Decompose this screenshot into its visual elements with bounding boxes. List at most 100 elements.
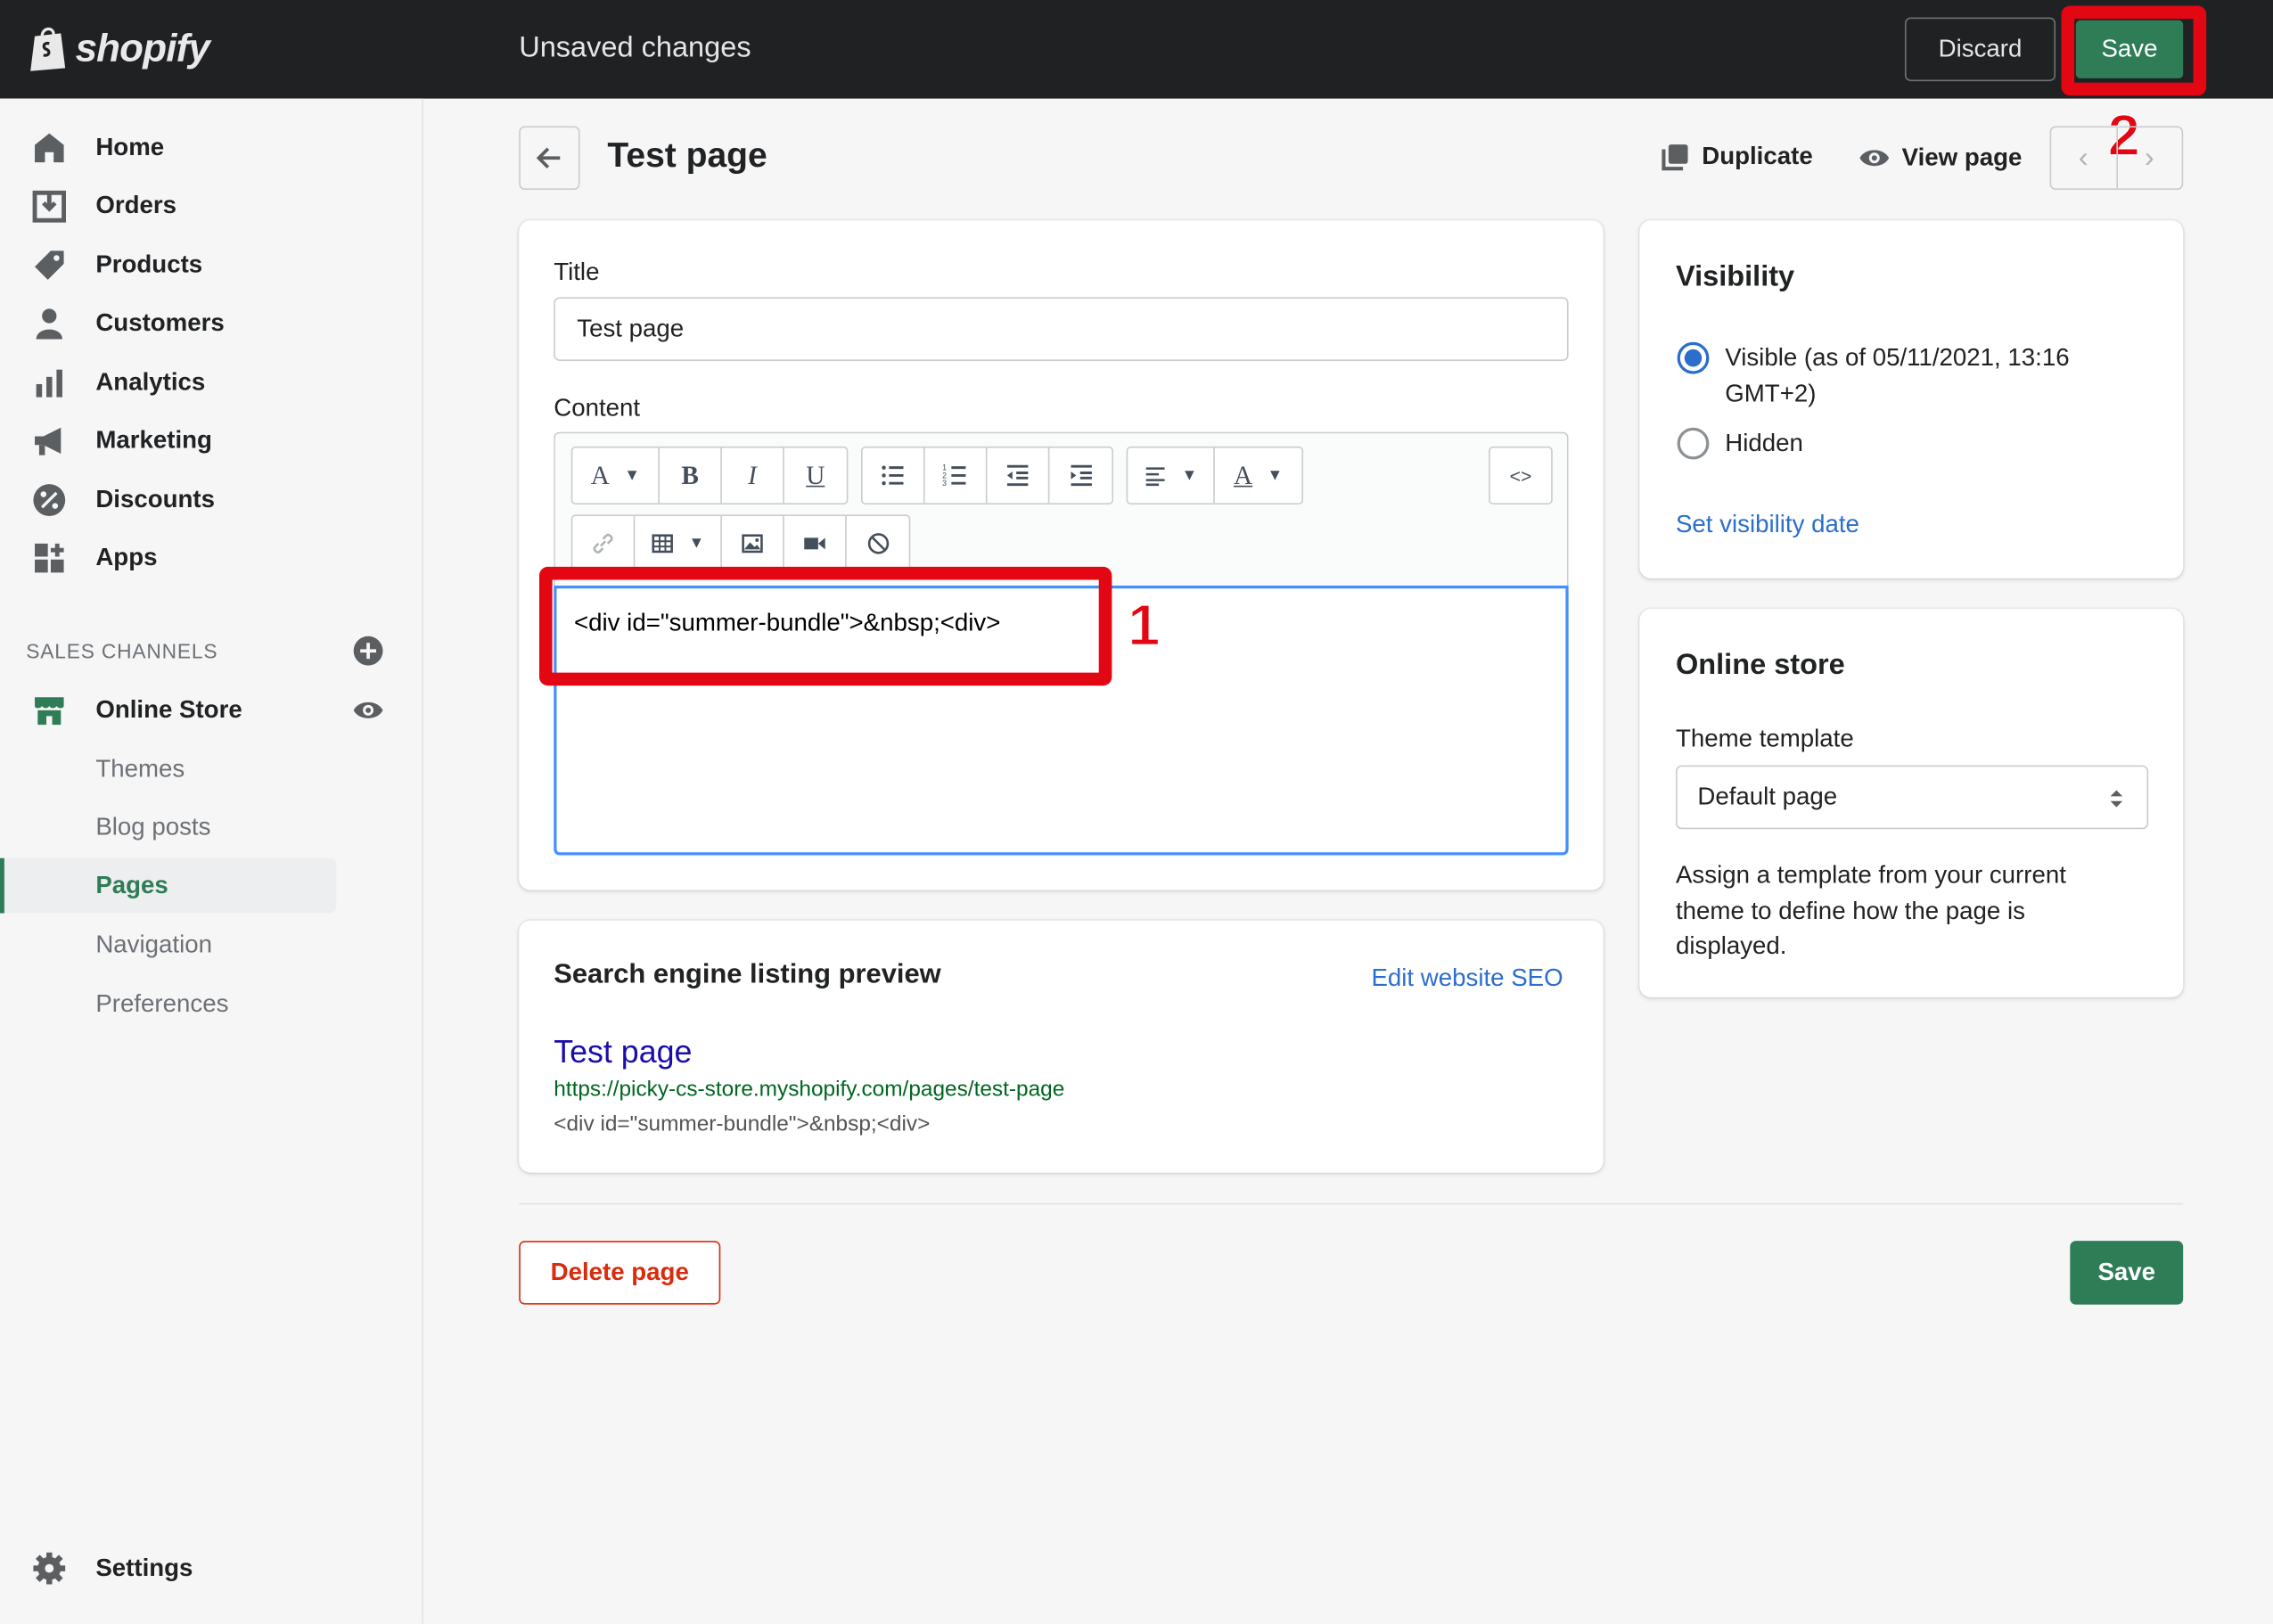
align-left-icon bbox=[1145, 467, 1165, 487]
hidden-radio[interactable] bbox=[1677, 427, 1710, 460]
clear-formatting-icon bbox=[867, 533, 889, 554]
megaphone-icon bbox=[35, 427, 62, 455]
link-icon bbox=[593, 533, 613, 554]
add-channel-icon[interactable] bbox=[352, 635, 384, 667]
sidebar-item-orders[interactable]: Orders bbox=[0, 178, 377, 234]
seo-heading: Search engine listing preview bbox=[554, 959, 941, 990]
sidebar-item-preferences[interactable]: Preferences bbox=[0, 977, 336, 1032]
clear-formatting-button[interactable] bbox=[847, 516, 909, 571]
insert-table-dropdown[interactable]: ▼ bbox=[635, 515, 722, 571]
annotation-box-2 bbox=[2061, 5, 2207, 96]
font-style-dropdown[interactable]: A ▼ bbox=[572, 447, 660, 504]
italic-icon: I bbox=[748, 460, 757, 489]
insert-link-button[interactable] bbox=[572, 515, 636, 571]
sidebar-item-settings[interactable]: Settings bbox=[0, 1541, 377, 1596]
indent-button[interactable] bbox=[1049, 448, 1112, 504]
back-button[interactable] bbox=[519, 126, 580, 191]
video-icon bbox=[804, 537, 825, 550]
gear-icon bbox=[33, 1552, 66, 1585]
orders-icon bbox=[32, 190, 66, 223]
sidebar-item-label: Pages bbox=[95, 871, 168, 899]
visibility-heading: Visibility bbox=[1675, 260, 1795, 293]
outdent-icon bbox=[1006, 464, 1029, 487]
insert-video-button[interactable] bbox=[784, 515, 847, 571]
outdent-button[interactable] bbox=[987, 447, 1050, 504]
edit-website-seo-link[interactable]: Edit website SEO bbox=[1371, 964, 1563, 993]
discard-button[interactable]: Discard bbox=[1904, 17, 2056, 82]
sidebar-item-analytics[interactable]: Analytics bbox=[0, 355, 377, 410]
set-visibility-date-link[interactable]: Set visibility date bbox=[1676, 510, 1859, 539]
sidebar-item-label: Themes bbox=[95, 755, 185, 783]
font-icon: A bbox=[590, 460, 610, 489]
insert-image-button[interactable] bbox=[722, 515, 784, 571]
sidebar-item-discounts[interactable]: Discounts bbox=[0, 472, 377, 528]
chevron-down-icon: ▼ bbox=[1181, 466, 1198, 485]
save-button-bottom[interactable]: Save bbox=[2070, 1241, 2184, 1305]
sidebar-item-label: Navigation bbox=[95, 931, 212, 958]
bold-button[interactable]: B bbox=[660, 447, 722, 504]
sidebar-item-customers[interactable]: Customers bbox=[0, 296, 377, 351]
active-indicator bbox=[0, 857, 4, 914]
italic-button[interactable]: I bbox=[722, 447, 784, 504]
sidebar-item-pages[interactable]: Pages bbox=[0, 857, 337, 914]
title-label: Title bbox=[554, 258, 600, 286]
duplicate-button[interactable]: Duplicate bbox=[1662, 142, 1813, 171]
sidebar-item-apps[interactable]: Apps bbox=[0, 530, 377, 586]
sidebar-item-online-store[interactable]: Online Store bbox=[0, 683, 377, 738]
sidebar-item-navigation[interactable]: Navigation bbox=[0, 917, 336, 972]
sidebar-item-blog-posts[interactable]: Blog posts bbox=[0, 800, 336, 856]
numbered-list-button[interactable]: 123 bbox=[925, 447, 988, 504]
seo-preview-description: <div id="summer-bundle">&nbsp;<div> bbox=[554, 1111, 931, 1137]
sidebar-item-home[interactable]: Home bbox=[0, 120, 377, 176]
sidebar-item-label: Home bbox=[95, 133, 165, 161]
template-help-line1: Assign a template from your current bbox=[1675, 861, 2066, 889]
person-icon bbox=[36, 308, 62, 340]
text-color-dropdown[interactable]: A ▼ bbox=[1215, 448, 1302, 504]
sidebar-item-label: Discounts bbox=[95, 485, 215, 513]
template-help-line3: displayed. bbox=[1675, 931, 1787, 960]
code-icon: <> bbox=[1509, 464, 1532, 487]
bar-chart-icon bbox=[36, 369, 62, 398]
brand-name: shopify bbox=[75, 25, 210, 70]
template-help-line2: theme to define how the page is bbox=[1675, 897, 2025, 925]
online-store-heading: Online store bbox=[1675, 649, 1845, 682]
hidden-label: Hidden bbox=[1725, 429, 1803, 457]
eye-icon[interactable] bbox=[352, 694, 384, 726]
delete-page-button[interactable]: Delete page bbox=[519, 1241, 721, 1305]
chevron-down-icon: ▼ bbox=[624, 466, 640, 485]
sidebar-item-label: Preferences bbox=[95, 989, 229, 1018]
show-html-button[interactable]: <> bbox=[1490, 448, 1551, 504]
shopify-logo[interactable]: shopify bbox=[26, 23, 210, 72]
duplicate-label: Duplicate bbox=[1702, 142, 1813, 170]
annotation-number-1: 1 bbox=[1127, 594, 1161, 659]
page-title: Test page bbox=[607, 135, 767, 176]
sidebar-item-products[interactable]: Products bbox=[0, 238, 377, 293]
toolbar-group-align: ▼ A ▼ bbox=[1126, 446, 1304, 504]
visible-radio[interactable] bbox=[1677, 341, 1710, 374]
select-arrows-icon bbox=[2110, 790, 2123, 808]
sidebar-item-marketing[interactable]: Marketing bbox=[0, 413, 377, 468]
next-page-button[interactable]: › bbox=[2117, 127, 2181, 188]
title-input[interactable]: Test page bbox=[554, 297, 1569, 361]
view-page-button[interactable]: View page bbox=[1859, 142, 2023, 174]
underline-button[interactable]: U bbox=[784, 448, 847, 504]
home-icon bbox=[35, 133, 64, 163]
indent-icon bbox=[1070, 464, 1092, 487]
underline-icon: U bbox=[806, 460, 825, 489]
annotation-box-1 bbox=[538, 566, 1112, 686]
theme-template-select[interactable]: Default page bbox=[1675, 765, 2149, 830]
chevron-down-icon: ▼ bbox=[688, 535, 705, 553]
unsaved-changes-title: Unsaved changes bbox=[519, 31, 751, 64]
text-color-icon: A bbox=[1234, 460, 1253, 489]
align-dropdown[interactable]: ▼ bbox=[1128, 447, 1215, 504]
chevron-right-icon: › bbox=[2144, 141, 2154, 174]
chevron-left-icon: ‹ bbox=[2078, 141, 2088, 174]
view-page-label: View page bbox=[1901, 144, 2023, 171]
previous-page-button[interactable]: ‹ bbox=[2051, 127, 2118, 189]
bullet-list-button[interactable] bbox=[863, 447, 925, 504]
table-icon bbox=[652, 534, 673, 554]
toolbar-group-format: A ▼ B I U bbox=[570, 446, 849, 504]
sidebar: Home Orders Products Customers Analytics… bbox=[0, 98, 423, 1624]
numbered-list-icon: 123 bbox=[942, 463, 966, 488]
sidebar-item-themes[interactable]: Themes bbox=[0, 742, 336, 798]
